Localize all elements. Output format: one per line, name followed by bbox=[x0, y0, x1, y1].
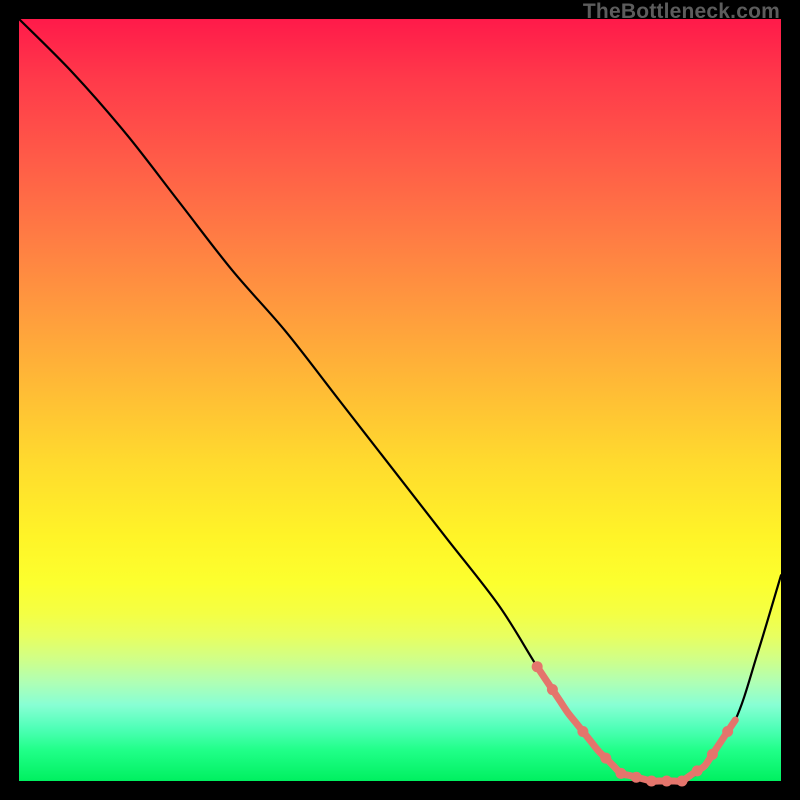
bottleneck-curve bbox=[19, 19, 781, 782]
chart-svg bbox=[19, 19, 781, 781]
highlight-trough bbox=[537, 667, 735, 782]
